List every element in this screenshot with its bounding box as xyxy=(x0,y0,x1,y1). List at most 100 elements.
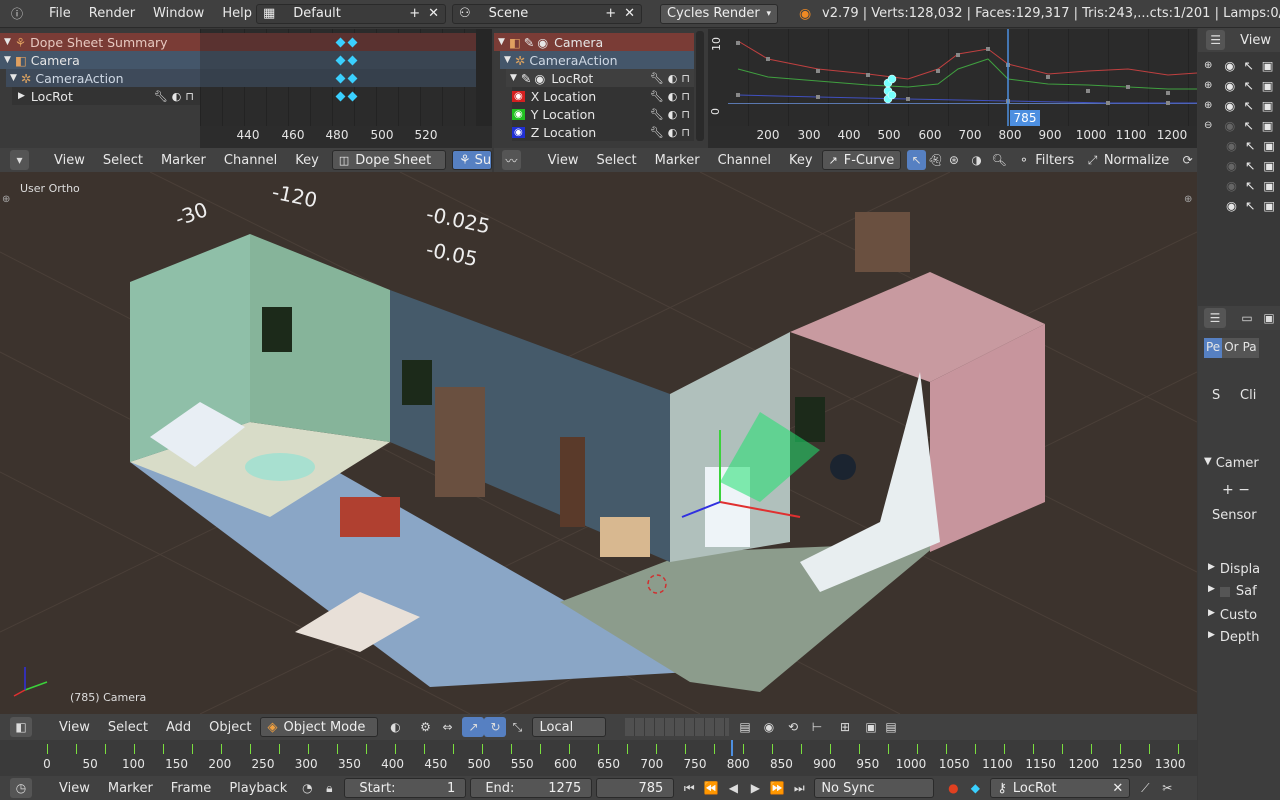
menu-marker[interactable]: Marker xyxy=(152,153,215,168)
proportional-edit-icon[interactable]: ◉ xyxy=(758,717,780,737)
eye-icon[interactable]: ◉ xyxy=(534,71,545,86)
prev-keyframe-icon[interactable]: ⏪ xyxy=(700,778,722,798)
preview-range-icon[interactable]: ◔ xyxy=(296,778,318,798)
expand-icon[interactable]: ⊕ xyxy=(1204,100,1212,111)
outliner-row[interactable]: ⊕ ◉ ↖ ▣ xyxy=(1198,96,1280,114)
section-custom[interactable]: ▶ Custo xyxy=(1208,608,1257,623)
graph-area[interactable]: 10 0 200 300 400 500 600 700 800 900 100… xyxy=(708,29,1197,148)
menu-file[interactable]: File xyxy=(40,6,80,21)
normalize-icon[interactable]: ⤢ xyxy=(1083,150,1102,170)
checkbox[interactable] xyxy=(1219,587,1230,597)
eye-icon[interactable]: ◉ xyxy=(1226,138,1237,153)
expand-icon[interactable]: ⊕ xyxy=(1204,60,1212,71)
keying-set-selector[interactable]: ⚷ LocRot ✕ xyxy=(990,778,1131,798)
expand-icon[interactable]: ▼ xyxy=(498,37,505,47)
cursor-icon[interactable]: ↖ xyxy=(1245,198,1255,213)
outliner-row[interactable]: ⊖ ◉ ↖ ▣ xyxy=(1198,116,1280,134)
delete-keyframe-icon[interactable]: ✂ xyxy=(1156,778,1178,798)
collapse-icon[interactable]: ⊖ xyxy=(1204,120,1212,131)
channel-mute-icon[interactable]: ◐ xyxy=(172,90,182,103)
lock-range-icon[interactable]: 🔒︎ xyxy=(318,778,340,798)
channel-summary[interactable]: ▼ ⚘ Dope Sheet Summary xyxy=(0,33,200,51)
menu-render[interactable]: Render xyxy=(80,6,144,21)
snap-icon[interactable]: ⟲ xyxy=(782,717,804,737)
menu-add[interactable]: Add xyxy=(157,720,200,735)
pin-icon[interactable]: ✎ xyxy=(521,71,531,86)
viewport-3d[interactable]: User Ortho -30 -120 -0.025 -0.05 (785) C… xyxy=(0,172,1197,714)
timeline-current-frame[interactable] xyxy=(731,740,733,756)
snap-element-icon[interactable]: ⊢ xyxy=(806,717,828,737)
opengl-render-icon[interactable]: ▤ xyxy=(880,717,902,737)
auto-normalize-icon[interactable]: ⟳ xyxy=(1178,150,1197,170)
eye-icon[interactable]: ◉ xyxy=(1224,58,1235,73)
menu-view[interactable]: View xyxy=(50,781,99,796)
outliner-row[interactable]: ⊕ ◉ ↖ ▣ xyxy=(1198,76,1280,94)
channel-y-location[interactable]: ◉ Y Location 🔧︎ ◐ ⊓ xyxy=(512,105,694,123)
transform-orientation-selector[interactable]: Local xyxy=(532,717,607,737)
start-frame-field[interactable]: Start: 1 xyxy=(344,778,467,798)
menu-key[interactable]: Key xyxy=(286,153,328,168)
properties-toggle-icon[interactable]: ⊕ xyxy=(1184,194,1192,205)
menu-view[interactable]: View xyxy=(539,153,588,168)
editor-type-icon[interactable]: 〰 xyxy=(502,150,521,170)
play-reverse-icon[interactable]: ◀ xyxy=(722,778,744,798)
next-keyframe-icon[interactable]: ⏩ xyxy=(766,778,788,798)
cursor-icon[interactable]: ↖ xyxy=(1245,158,1255,173)
section-safe-areas[interactable]: ▶ Saf xyxy=(1208,584,1257,599)
menu-marker[interactable]: Marker xyxy=(646,153,709,168)
curve-visibility-icon[interactable]: ◉ xyxy=(512,90,525,102)
expand-icon[interactable]: ▼ xyxy=(10,73,17,83)
section-display[interactable]: ▶ Displa xyxy=(1208,562,1260,577)
scene-selector[interactable]: ⚇ Scene + ✕ xyxy=(452,3,642,24)
channel-scrollbar[interactable] xyxy=(696,31,704,141)
menu-view[interactable]: View xyxy=(1231,33,1280,48)
tab-perspective[interactable]: Pe xyxy=(1204,338,1223,358)
channel-z-location[interactable]: ◉ Z Location 🔧︎ ◐ ⊓ xyxy=(512,123,694,141)
curve-visibility-icon[interactable]: ◉ xyxy=(512,126,525,138)
editor-type-icon[interactable]: ◷ xyxy=(10,778,32,798)
end-frame-field[interactable]: End: 1275 xyxy=(470,778,593,798)
auto-keyframe-icon[interactable]: ● xyxy=(942,778,964,798)
editor-type-icon[interactable]: ☰ xyxy=(1206,30,1226,50)
current-frame-indicator[interactable]: 785 xyxy=(1010,110,1040,126)
cursor-icon[interactable]: ↖ xyxy=(1243,78,1253,93)
channel-x-location[interactable]: ◉ X Location 🔧︎ ◐ ⊓ xyxy=(512,87,694,105)
menu-view[interactable]: View xyxy=(50,720,99,735)
channel-wrench-icon[interactable]: 🔧︎ xyxy=(650,126,664,139)
menu-channel[interactable]: Channel xyxy=(215,153,286,168)
render-icon[interactable]: ▣ xyxy=(1262,78,1274,93)
render-icon[interactable]: ▣ xyxy=(1262,58,1274,73)
render-icon[interactable]: ▣ xyxy=(1263,178,1275,193)
render-icon[interactable]: ▣ xyxy=(1263,198,1275,213)
pivot-point-icon[interactable]: ⚙ xyxy=(414,717,436,737)
cursor-icon[interactable]: ↖ xyxy=(1245,138,1255,153)
timeline[interactable]: 0 50 100 150 200 250 300 350 400 450 500 550 600 650 7… xyxy=(0,740,1197,776)
render-icon[interactable]: ▣ xyxy=(1263,158,1275,173)
layout-add-icon[interactable]: + xyxy=(409,6,420,21)
channel-locrot[interactable]: ▼ ✎ ◉ LocRot 🔧︎ ◐ ⊓ xyxy=(506,69,694,87)
info-editor-icon[interactable]: ⓘ xyxy=(6,4,28,24)
close-icon[interactable]: ✕ xyxy=(1112,781,1123,796)
outliner-row[interactable]: ◉ ↖ ▣ xyxy=(1198,156,1280,174)
menu-view[interactable]: View xyxy=(45,153,94,168)
layer-buttons[interactable] xyxy=(625,718,729,736)
channel-wrench-icon[interactable]: 🔧︎ xyxy=(154,90,168,103)
jump-end-icon[interactable]: ⏭ xyxy=(788,778,810,798)
scene-add-icon[interactable]: + xyxy=(605,6,616,21)
channel-mute-icon[interactable]: ◐ xyxy=(668,72,678,85)
render-tab-icon[interactable]: ▣ xyxy=(1258,308,1280,328)
play-icon[interactable]: ▶ xyxy=(744,778,766,798)
menu-channel[interactable]: Channel xyxy=(709,153,780,168)
eye-icon[interactable]: ◉ xyxy=(1226,178,1237,193)
menu-marker[interactable]: Marker xyxy=(99,781,162,796)
layout-close-icon[interactable]: ✕ xyxy=(428,6,439,21)
graph-mode-selector[interactable]: ↗ F-Curve xyxy=(821,150,902,170)
viewport-shading-icon[interactable]: ◐ xyxy=(384,717,406,737)
eye-icon[interactable]: ◉ xyxy=(1224,118,1235,133)
eye-icon[interactable]: ◉ xyxy=(1226,198,1237,213)
section-camera[interactable]: ▼ Camer xyxy=(1204,456,1280,471)
render-engine-selector[interactable]: Cycles Render ▾ xyxy=(660,3,778,24)
channel-lock-icon[interactable]: ⊓ xyxy=(681,126,690,139)
eye-icon[interactable]: ◉ xyxy=(537,35,548,50)
menu-window[interactable]: Window xyxy=(144,6,213,21)
